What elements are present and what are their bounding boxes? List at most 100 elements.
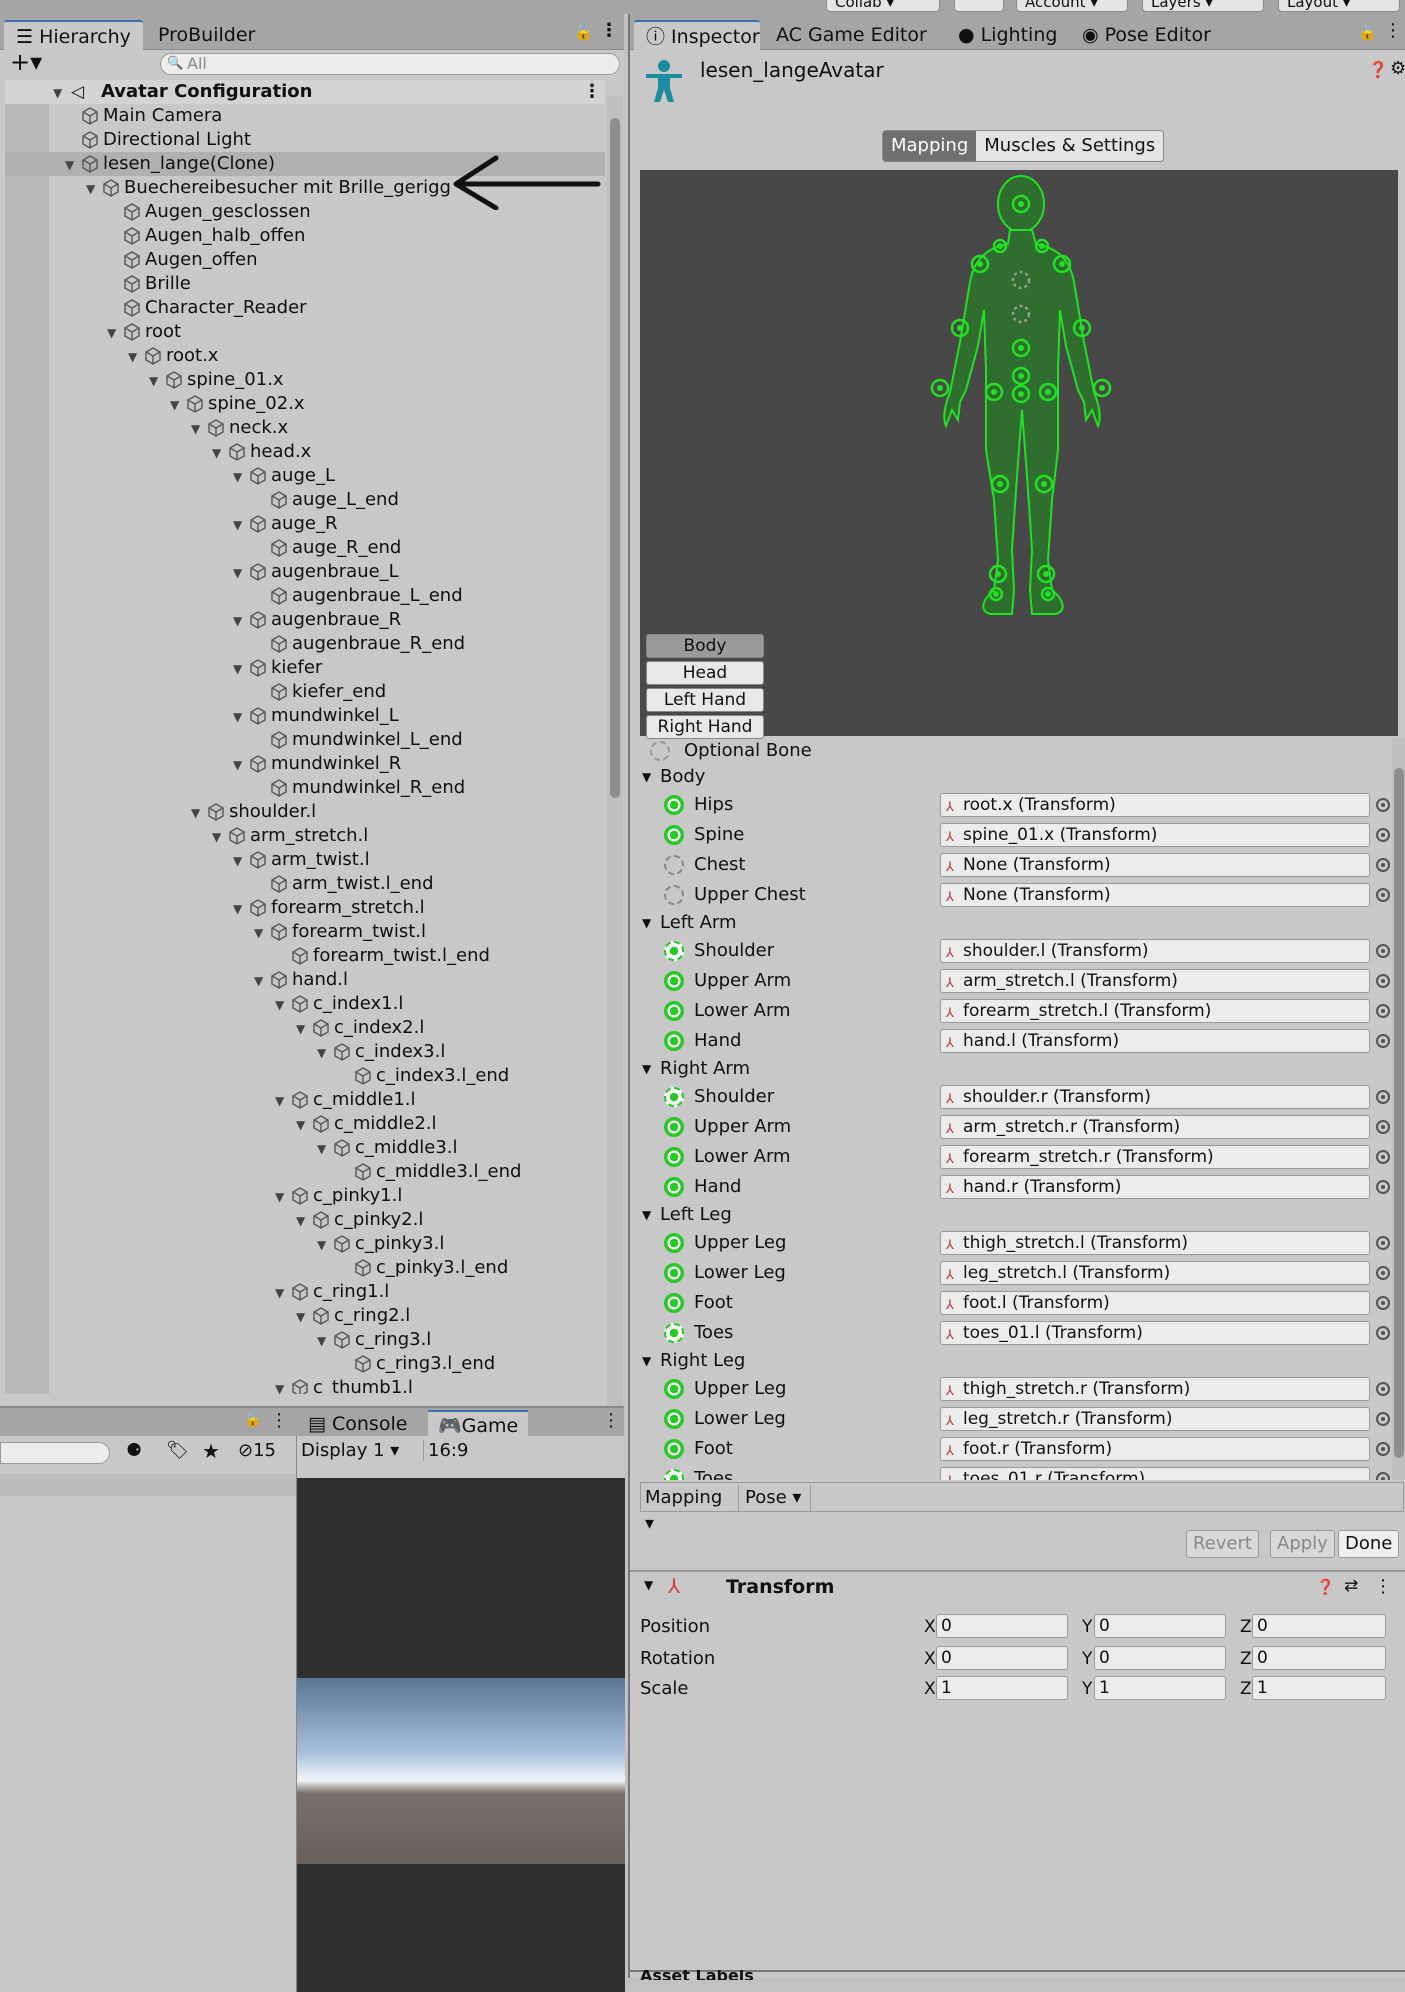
object-picker-icon[interactable]: [1376, 1034, 1390, 1048]
hierarchy-item[interactable]: ▼ c_middle2.l: [5, 1112, 605, 1136]
tab-inspector[interactable]: ⓘ Inspector: [634, 20, 760, 50]
object-picker-icon[interactable]: [1376, 1004, 1390, 1018]
hierarchy-item[interactable]: ▼ arm_twist.l: [5, 848, 605, 872]
expand-triangle-icon[interactable]: ▼: [254, 921, 263, 945]
object-picker-icon[interactable]: [1376, 1236, 1390, 1250]
kebab-menu-icon[interactable]: ⋮: [1384, 20, 1402, 41]
transform-y-field[interactable]: 1: [1094, 1676, 1226, 1700]
muscles-settings-tab-button[interactable]: Muscles & Settings: [976, 131, 1164, 161]
revert-button[interactable]: Revert: [1186, 1530, 1259, 1558]
create-plus-icon[interactable]: +▾: [10, 48, 42, 76]
expand-triangle-icon[interactable]: ▼: [191, 417, 200, 441]
account-button[interactable]: Account ▾: [1016, 0, 1128, 12]
hierarchy-item[interactable]: Brille: [5, 272, 605, 296]
bone-transform-field[interactable]: ⅄ root.x (Transform): [940, 793, 1370, 817]
object-picker-icon[interactable]: [1376, 858, 1390, 872]
hierarchy-item[interactable]: ▼ neck.x: [5, 416, 605, 440]
expand-triangle-icon[interactable]: ▼: [254, 969, 263, 993]
collab-button[interactable]: Collab ▾: [826, 0, 940, 12]
bone-group-header[interactable]: ▼ Left Arm: [640, 910, 1390, 936]
hierarchy-item[interactable]: ▼ root: [5, 320, 605, 344]
bone-group-header[interactable]: ▼ Right Arm: [640, 1056, 1390, 1082]
tab-hierarchy[interactable]: ☰ Hierarchy: [4, 20, 143, 50]
expand-triangle-icon[interactable]: ▼: [233, 849, 242, 873]
transform-z-field[interactable]: 1: [1252, 1676, 1386, 1700]
expand-triangle-icon[interactable]: ▼: [107, 321, 116, 345]
object-picker-icon[interactable]: [1376, 1180, 1390, 1194]
object-picker-icon[interactable]: [1376, 1382, 1390, 1396]
bone-transform-field[interactable]: ⅄ arm_stretch.r (Transform): [940, 1115, 1370, 1139]
done-button[interactable]: Done: [1338, 1530, 1400, 1558]
hierarchy-item[interactable]: ▼ augenbraue_L: [5, 560, 605, 584]
transform-x-field[interactable]: 0: [936, 1614, 1068, 1638]
hierarchy-item[interactable]: ▼ root.x: [5, 344, 605, 368]
collapse-triangle-icon[interactable]: ▼: [642, 1348, 651, 1374]
hierarchy-item[interactable]: augenbraue_R_end: [5, 632, 605, 656]
bone-group-header[interactable]: ▼ Body: [640, 764, 1390, 790]
bone-transform-field[interactable]: ⅄ thigh_stretch.r (Transform): [940, 1377, 1370, 1401]
bone-transform-field[interactable]: ⅄ foot.l (Transform): [940, 1291, 1370, 1315]
collapse-triangle-icon[interactable]: ▼: [642, 910, 651, 936]
hierarchy-item[interactable]: forearm_twist.l_end: [5, 944, 605, 968]
hierarchy-item[interactable]: ▼ c_ring2.l: [5, 1304, 605, 1328]
hierarchy-item[interactable]: ▼ c_index2.l: [5, 1016, 605, 1040]
bone-transform-field[interactable]: ⅄ foot.r (Transform): [940, 1437, 1370, 1461]
hierarchy-item[interactable]: Directional Light: [5, 128, 605, 152]
left-hand-view-button[interactable]: Left Hand: [646, 688, 764, 712]
expand-triangle-icon[interactable]: ▼: [53, 81, 62, 105]
bone-transform-field[interactable]: ⅄ spine_01.x (Transform): [940, 823, 1370, 847]
hierarchy-item[interactable]: augenbraue_L_end: [5, 584, 605, 608]
transform-component-header[interactable]: ▼ ⅄ Transform ❓ ⇄ ⋮: [630, 1570, 1405, 1604]
object-picker-icon[interactable]: [1376, 1412, 1390, 1426]
hierarchy-item[interactable]: c_index3.l_end: [5, 1064, 605, 1088]
hierarchy-item[interactable]: ▼ c_middle1.l: [5, 1088, 605, 1112]
filter-type-icon[interactable]: ⚈: [126, 1440, 142, 1461]
kebab-menu-icon[interactable]: ⋮: [270, 1410, 288, 1431]
scrollbar-thumb[interactable]: [610, 118, 620, 798]
aspect-dropdown[interactable]: 16:9: [423, 1440, 468, 1461]
hierarchy-item[interactable]: c_pinky3.l_end: [5, 1256, 605, 1280]
mapping-scrollbar[interactable]: [1392, 738, 1405, 1480]
favorite-star-icon[interactable]: ★: [202, 1439, 220, 1463]
hierarchy-search-input[interactable]: 🔍 All: [160, 53, 620, 75]
hierarchy-item[interactable]: kiefer_end: [5, 680, 605, 704]
collapse-triangle-icon[interactable]: ▼: [642, 1056, 651, 1082]
bone-transform-field[interactable]: ⅄ None (Transform): [940, 853, 1370, 877]
bone-transform-field[interactable]: ⅄ forearm_stretch.l (Transform): [940, 999, 1370, 1023]
collapse-triangle-icon[interactable]: ▼: [644, 1578, 653, 1592]
hierarchy-item[interactable]: ▼ spine_02.x: [5, 392, 605, 416]
expand-triangle-icon[interactable]: ▼: [65, 153, 74, 177]
bone-group-header[interactable]: ▼ Left Leg: [640, 1202, 1390, 1228]
hierarchy-item[interactable]: ▼ augenbraue_R: [5, 608, 605, 632]
object-picker-icon[interactable]: [1376, 1442, 1390, 1456]
display-dropdown[interactable]: Display 1 ▾: [301, 1440, 399, 1461]
lock-icon[interactable]: 🔒: [1358, 23, 1377, 41]
bone-transform-field[interactable]: ⅄ shoulder.r (Transform): [940, 1085, 1370, 1109]
bone-transform-field[interactable]: ⅄ toes_01.r (Transform): [940, 1467, 1370, 1480]
expand-triangle-icon[interactable]: ▼: [212, 825, 221, 849]
hierarchy-item[interactable]: mundwinkel_L_end: [5, 728, 605, 752]
lock-icon[interactable]: 🔓: [244, 1412, 261, 1428]
object-picker-icon[interactable]: [1376, 1120, 1390, 1134]
hierarchy-item[interactable]: auge_L_end: [5, 488, 605, 512]
object-picker-icon[interactable]: [1376, 1090, 1390, 1104]
hierarchy-item[interactable]: ▼ kiefer: [5, 656, 605, 680]
bone-transform-field[interactable]: ⅄ toes_01.l (Transform): [940, 1321, 1370, 1345]
expand-triangle-icon[interactable]: ▼: [191, 801, 200, 825]
tab-pose-editor[interactable]: ◉ Pose Editor: [1070, 20, 1223, 50]
hierarchy-item[interactable]: ▼ c_pinky2.l: [5, 1208, 605, 1232]
hierarchy-scrollbar[interactable]: [607, 96, 623, 1408]
expand-triangle-icon[interactable]: ▼: [233, 465, 242, 489]
expand-triangle-icon[interactable]: ▼: [170, 393, 179, 417]
hierarchy-item[interactable]: ▼ forearm_stretch.l: [5, 896, 605, 920]
object-picker-icon[interactable]: [1376, 798, 1390, 812]
object-picker-icon[interactable]: [1376, 974, 1390, 988]
scene-menu-icon[interactable]: ⋮: [583, 80, 601, 104]
scene-root-row[interactable]: ▼ ◁ Avatar Configuration ⋮: [5, 80, 605, 104]
hierarchy-item[interactable]: ▼ mundwinkel_L: [5, 704, 605, 728]
transform-x-field[interactable]: 0: [936, 1646, 1068, 1670]
bone-transform-field[interactable]: ⅄ thigh_stretch.l (Transform): [940, 1231, 1370, 1255]
mapping-dropdown[interactable]: Mapping ▾: [641, 1485, 739, 1534]
hidden-eye-icon[interactable]: ⊘15: [238, 1440, 276, 1461]
expand-triangle-icon[interactable]: ▼: [296, 1209, 305, 1233]
